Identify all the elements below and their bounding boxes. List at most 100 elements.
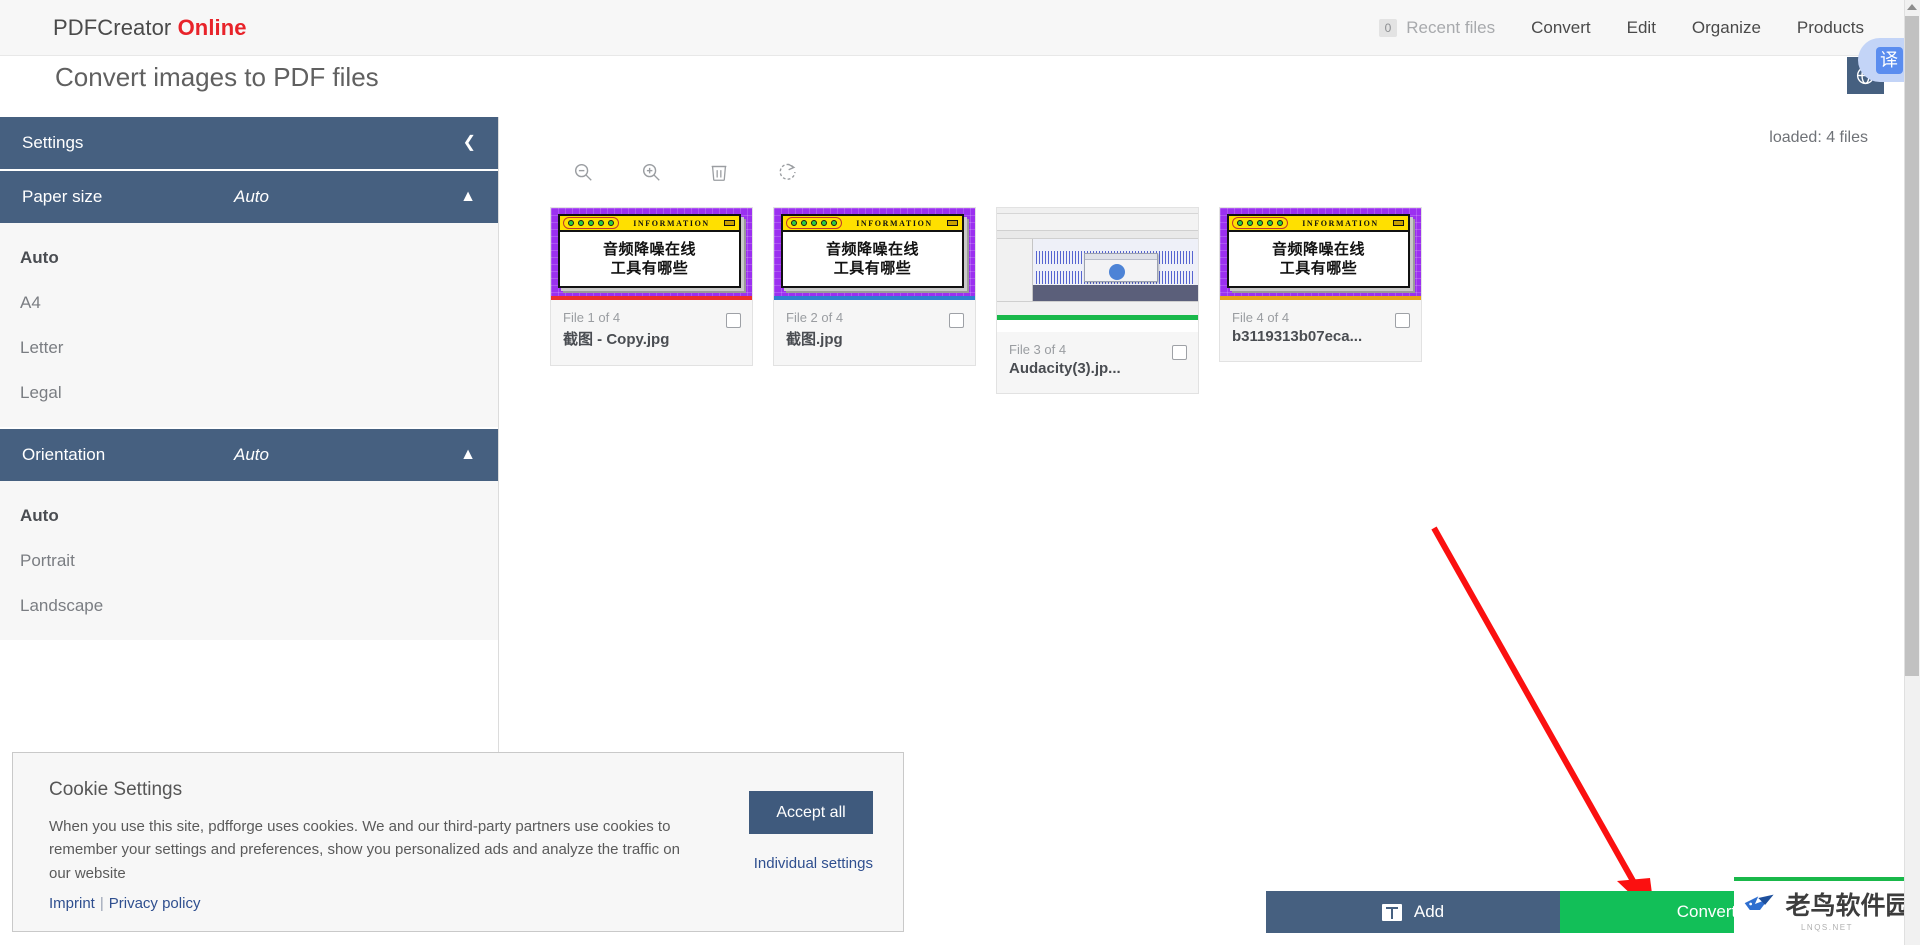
nav-label-recent-files: Recent files <box>1406 17 1496 37</box>
file-card[interactable]: INFORMATION 音频降噪在线 工具有哪些 File 1 of 4 截图 … <box>550 207 753 366</box>
file-name: Audacity(3).jp... <box>1009 360 1121 377</box>
paper-size-option-letter[interactable]: Letter <box>0 325 498 370</box>
orientation-header[interactable]: Orientation Auto ▲ <box>0 429 498 481</box>
individual-settings-link[interactable]: Individual settings <box>754 855 873 872</box>
poster-thumbnail: INFORMATION 音频降噪在线 工具有哪些 <box>1220 208 1421 300</box>
nav-item-recent-files[interactable]: 0 Recent files <box>1378 17 1496 38</box>
add-file-icon <box>1381 903 1402 921</box>
file-card[interactable]: INFORMATION 音频降噪在线 工具有哪些 File 4 of 4 b31… <box>1219 207 1422 362</box>
file-card-list: INFORMATION 音频降噪在线 工具有哪些 File 1 of 4 截图 … <box>550 207 1422 394</box>
poster-thumbnail: INFORMATION 音频降噪在线 工具有哪些 <box>551 208 752 300</box>
file-card[interactable]: File 3 of 4 Audacity(3).jp... <box>996 207 1199 394</box>
paper-size-option-auto[interactable]: Auto <box>0 235 498 280</box>
paper-size-option-a4[interactable]: A4 <box>0 280 498 325</box>
poster-line-1: 音频降噪在线 <box>602 239 696 258</box>
privacy-policy-link[interactable]: Privacy policy <box>109 895 201 912</box>
rotate-icon <box>779 163 796 180</box>
recent-files-badge: 0 <box>1378 18 1398 37</box>
chevron-left-icon: ❮ <box>462 134 476 151</box>
file-name: b3119313b07eca... <box>1232 328 1363 345</box>
orientation-title: Orientation <box>22 445 106 464</box>
paper-size-options: Auto A4 Letter Legal <box>0 223 498 427</box>
nav-item-convert[interactable]: Convert <box>1531 18 1591 38</box>
translate-icon: 译 <box>1875 46 1903 74</box>
file-name: 截图.jpg <box>786 331 843 348</box>
nav-item-products[interactable]: Products <box>1797 18 1864 38</box>
zoom-in-icon <box>642 163 660 181</box>
settings-title: Settings <box>22 133 84 152</box>
zoom-out-button[interactable] <box>568 157 598 187</box>
file-card[interactable]: INFORMATION 音频降噪在线 工具有哪些 File 2 of 4 截图.… <box>773 207 976 366</box>
file-thumbnail: INFORMATION 音频降噪在线 工具有哪些 <box>1220 208 1421 300</box>
file-checkbox[interactable] <box>949 313 964 328</box>
zoom-in-button[interactable] <box>636 157 666 187</box>
file-index: File 4 of 4 <box>1232 310 1290 325</box>
cookie-settings-dialog: Cookie Settings When you use this site, … <box>12 752 904 932</box>
poster-line-2: 工具有哪些 <box>1279 259 1358 277</box>
file-card-meta: File 4 of 4 b3119313b07eca... <box>1220 300 1421 361</box>
poster-line-1: 音频降噪在线 <box>1271 239 1365 258</box>
audacity-thumbnail <box>997 208 1198 332</box>
poster-line-1: 音频降噪在线 <box>825 239 919 258</box>
file-thumbnail <box>997 208 1198 332</box>
orientation-options: Auto Portrait Landscape <box>0 481 498 640</box>
paper-size-title: Paper size <box>22 187 103 206</box>
minimize-icon <box>724 220 735 226</box>
file-index: File 2 of 4 <box>786 310 844 325</box>
loaded-status: loaded: 4 files <box>1769 129 1868 146</box>
file-name: 截图 - Copy.jpg <box>563 331 670 348</box>
link-separator: | <box>99 894 104 912</box>
imprint-link[interactable]: Imprint <box>49 895 95 912</box>
delete-button[interactable] <box>704 157 734 187</box>
paper-size-option-legal[interactable]: Legal <box>0 370 498 415</box>
accept-all-button[interactable]: Accept all <box>749 791 873 834</box>
add-button-label: Add <box>1413 902 1445 921</box>
minimize-icon <box>947 220 958 226</box>
brand-logo[interactable]: PDFCreator Online <box>53 15 247 41</box>
scroll-up-arrow-icon[interactable] <box>1907 4 1917 10</box>
file-index: File 3 of 4 <box>1009 342 1067 357</box>
file-checkbox[interactable] <box>1395 313 1410 328</box>
paper-size-header[interactable]: Paper size Auto ▲ <box>0 171 498 223</box>
settings-header[interactable]: Settings ❮ <box>0 117 498 169</box>
convert-button-label: Convert <box>1676 902 1737 921</box>
app-root: PDFCreator Online 0 Recent files Convert… <box>0 0 1920 945</box>
top-bar: PDFCreator Online 0 Recent files Convert… <box>0 0 1904 56</box>
zoom-out-icon <box>574 163 592 181</box>
bird-logo-icon <box>1745 894 1775 910</box>
file-toolbar <box>568 157 802 187</box>
main-nav: 0 Recent files Convert Edit Organize Pro… <box>1378 17 1864 38</box>
nav-item-organize[interactable]: Organize <box>1692 18 1761 38</box>
orientation-option-auto[interactable]: Auto <box>0 493 498 538</box>
minimize-icon <box>1393 220 1404 226</box>
file-card-meta: File 1 of 4 截图 - Copy.jpg <box>551 300 752 365</box>
paper-size-value: Auto <box>234 187 269 206</box>
brand-name: PDFCreator <box>53 14 172 40</box>
poster-thumbnail: INFORMATION 音频降噪在线 工具有哪些 <box>774 208 975 300</box>
thumb-accent-bar <box>997 315 1198 320</box>
poster-title: INFORMATION <box>1302 218 1379 228</box>
scrollbar-thumb[interactable] <box>1905 16 1919 676</box>
add-button[interactable]: Add <box>1266 891 1560 933</box>
orientation-option-portrait[interactable]: Portrait <box>0 538 498 583</box>
chevron-up-icon: ▲ <box>460 188 476 205</box>
brand-suffix: Online <box>177 14 247 40</box>
file-index: File 1 of 4 <box>563 310 621 325</box>
cookie-body: When you use this site, pdfforge uses co… <box>49 818 680 882</box>
file-checkbox[interactable] <box>1172 345 1187 360</box>
orientation-option-landscape[interactable]: Landscape <box>0 583 498 628</box>
poster-title: INFORMATION <box>856 218 933 228</box>
poster-line-2: 工具有哪些 <box>833 259 912 277</box>
watermark-subtext: LNQS.NET <box>1800 923 1853 932</box>
settings-sidebar: Settings ❮ Paper size Auto ▲ Auto A4 Let… <box>0 117 499 769</box>
cookie-links: Imprint | Privacy policy <box>49 895 873 912</box>
page-title: Convert images to PDF files <box>55 62 379 92</box>
file-checkbox[interactable] <box>726 313 741 328</box>
file-card-meta: File 2 of 4 截图.jpg <box>774 300 975 365</box>
site-watermark: 老鸟软件园 LNQS.NET <box>1734 877 1920 937</box>
file-thumbnail: INFORMATION 音频降噪在线 工具有哪些 <box>551 208 752 300</box>
nav-item-edit[interactable]: Edit <box>1627 18 1656 38</box>
file-thumbnail: INFORMATION 音频降噪在线 工具有哪些 <box>774 208 975 300</box>
page-scrollbar[interactable] <box>1904 0 1920 945</box>
rotate-button[interactable] <box>772 157 802 187</box>
